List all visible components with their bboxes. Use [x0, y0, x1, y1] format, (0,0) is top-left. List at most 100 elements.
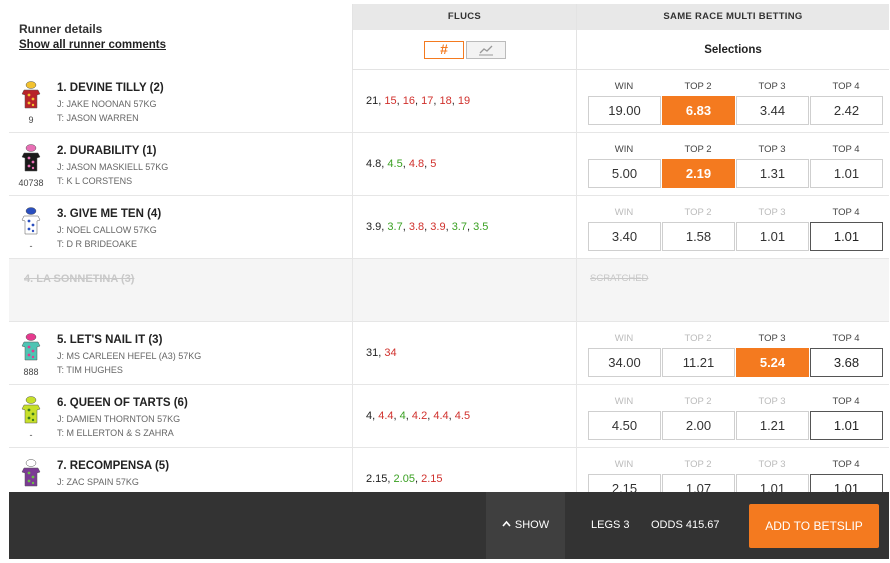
fluc-value: 3.7 [387, 221, 403, 233]
fluc-list: 4, 4.4, 4, 4.2, 4.4, 4.5 [366, 410, 470, 422]
odds-type-label: WIN [614, 333, 634, 344]
silk-number: 888 [23, 367, 39, 377]
odds-type-label: WIN [614, 207, 634, 218]
odds-type-label: TOP 4 [832, 333, 860, 344]
odds-type-label: WIN [614, 81, 634, 92]
fluc-value: 16 [402, 95, 415, 107]
odds-button[interactable]: 5.24 [736, 348, 809, 377]
odds-type-label: TOP 3 [758, 144, 786, 155]
jockey-name: J: JAKE NOONAN 57KG [57, 99, 157, 109]
same-race-multi-panel: Runner details Show all runner comments … [9, 4, 889, 559]
odds-type-label: TOP 4 [832, 144, 860, 155]
table-header: Runner details Show all runner comments … [9, 4, 889, 70]
fluc-value: 31 [366, 347, 379, 359]
odds-option: TOP 3 1.31 [735, 133, 809, 195]
fluc-list: 21, 15, 16, 17, 18, 19 [366, 95, 470, 107]
odds-button[interactable]: 1.21 [736, 411, 809, 440]
runner-cell: 888 5. LET'S NAIL IT (3) J: MS CARLEEN HEF… [9, 322, 352, 384]
runner-row: 888 5. LET'S NAIL IT (3) J: MS CARLEEN HEF… [9, 322, 889, 385]
trainer-name: T: D R BRIDEOAKE [57, 239, 138, 249]
jockey-silk-icon [20, 144, 42, 174]
odds-button[interactable]: 5.00 [588, 159, 661, 188]
odds-cell-group: WIN 5.00 TOP 2 2.19 TOP 3 1.31 TOP 4 1.01 [576, 133, 889, 195]
odds-option: TOP 4 1.01 [809, 196, 883, 258]
odds-button[interactable]: 34.00 [588, 348, 661, 377]
odds-option: TOP 4 2.42 [809, 70, 883, 132]
jockey-name: J: DAMIEN THORNTON 57KG [57, 414, 181, 424]
runner-cell: - 3. GIVE ME TEN (4) J: NOEL CALLOW 57KG T:… [9, 196, 352, 258]
odds-type-label: TOP 2 [684, 207, 712, 218]
odds-option: TOP 2 1.58 [661, 196, 735, 258]
fluc-value: 15 [384, 95, 397, 107]
scratched-label: SCRATCHED [590, 273, 649, 284]
fluc-list: 3.9, 3.7, 3.8, 3.9, 3.7, 3.5 [366, 221, 488, 233]
show-selections-button[interactable]: SHOW [486, 492, 565, 559]
odds-cell-group: SCRATCHED [576, 259, 889, 321]
fluc-list: 31, 34 [366, 347, 397, 359]
odds-type-label: TOP 4 [832, 459, 860, 470]
fluc-value: 3.8 [408, 221, 425, 233]
odds-button[interactable]: 11.21 [662, 348, 735, 377]
jockey-silk-icon [20, 333, 42, 363]
show-all-comments-link[interactable]: Show all runner comments [19, 39, 166, 51]
odds-button[interactable]: 19.00 [588, 96, 661, 125]
fluc-value: 3.5 [473, 221, 489, 233]
odds-button[interactable]: 1.01 [810, 159, 883, 188]
odds-button[interactable]: 1.58 [662, 222, 735, 251]
odds-button[interactable]: 2.00 [662, 411, 735, 440]
jockey-silk-icon [20, 81, 42, 111]
odds-option: TOP 3 5.24 [735, 322, 809, 384]
total-odds: ODDS 415.67 [651, 519, 720, 531]
odds-type-label: TOP 2 [684, 144, 712, 155]
odds-button[interactable]: 4.50 [588, 411, 661, 440]
runner-name: 7. RECOMPENSA (5) [57, 460, 170, 472]
odds-button[interactable]: 1.01 [810, 222, 883, 251]
odds-option: TOP 4 3.68 [809, 322, 883, 384]
runner-details-title: Runner details [19, 22, 103, 36]
runner-name: 6. QUEEN OF TARTS (6) [57, 397, 188, 409]
odds-option: WIN 4.50 [587, 385, 661, 447]
runner-name: 5. LET'S NAIL IT (3) [57, 334, 163, 346]
odds-option: WIN 19.00 [587, 70, 661, 132]
trainer-name: T: K L CORSTENS [57, 176, 133, 186]
odds-option: TOP 2 6.83 [661, 70, 735, 132]
odds-button[interactable]: 1.01 [736, 222, 809, 251]
odds-button[interactable]: 3.40 [588, 222, 661, 251]
fluc-list: 4.8, 4.5, 4.8, 5 [366, 158, 436, 170]
odds-button[interactable]: 1.31 [736, 159, 809, 188]
odds-option: TOP 2 2.19 [661, 133, 735, 195]
flucs-cell: 4.8, 4.5, 4.8, 5 [352, 133, 576, 195]
fluc-value: 3.7 [451, 221, 467, 233]
fluc-value: 21 [366, 95, 379, 107]
odds-button[interactable]: 2.42 [810, 96, 883, 125]
odds-button[interactable]: 6.83 [662, 96, 735, 125]
runner-name: 3. GIVE ME TEN (4) [57, 208, 162, 220]
flucs-title: FLUCS [353, 4, 576, 30]
fluc-value: 19 [457, 95, 471, 107]
odds-button[interactable]: 1.01 [810, 411, 883, 440]
jockey-silk-icon [20, 207, 42, 237]
odds-cell-group: WIN 34.00 TOP 2 11.21 TOP 3 5.24 TOP 4 3.68 [576, 322, 889, 384]
chevron-up-icon [502, 491, 511, 558]
silk-number: - [29, 430, 33, 440]
fluc-value: 4.4 [433, 410, 449, 422]
fluc-value: 3.9 [366, 221, 382, 233]
jockey-silk-icon [20, 459, 42, 489]
odds-type-label: TOP 2 [684, 333, 712, 344]
odds-type-label: TOP 3 [758, 333, 786, 344]
add-to-betslip-button[interactable]: ADD TO BETSLIP [749, 504, 879, 548]
flucs-numeric-view-button[interactable]: # [424, 41, 464, 59]
odds-type-label: TOP 4 [832, 396, 860, 407]
odds-button[interactable]: 2.19 [662, 159, 735, 188]
runner-name: 1. DEVINE TILLY (2) [57, 82, 164, 94]
fluc-value: 34 [384, 347, 397, 359]
fluc-list: 2.15, 2.05, 2.15 [366, 473, 443, 485]
fluc-value: 4.8 [408, 158, 425, 170]
flucs-chart-view-button[interactable] [466, 41, 506, 59]
odds-button[interactable]: 3.68 [810, 348, 883, 377]
odds-button[interactable]: 3.44 [736, 96, 809, 125]
fluc-value: 4.5 [454, 410, 471, 422]
scratched-runner-row: 4. LA SONNETINA (3) SCRATCHED [9, 259, 889, 322]
fluc-value: 2.15 [421, 473, 443, 485]
odds-option: TOP 2 11.21 [661, 322, 735, 384]
